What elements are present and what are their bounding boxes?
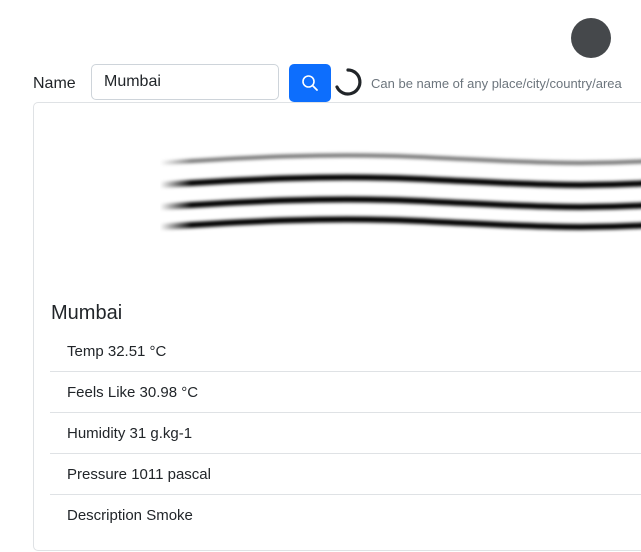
- feels-like-item: Feels Like 30.98 °C: [50, 372, 641, 413]
- description-item: Description Smoke: [67, 507, 193, 524]
- weather-card: Mumbai Temp 32.51 °C Feels Like 30.98 °C…: [33, 102, 641, 551]
- search-button[interactable]: [289, 64, 331, 102]
- search-icon: [301, 74, 319, 92]
- temp-item: Temp 32.51 °C: [50, 331, 641, 372]
- humidity-item: Humidity 31 g.kg-1: [50, 413, 641, 454]
- avatar[interactable]: [571, 18, 611, 58]
- smoke-weather-icon: [157, 147, 641, 252]
- weather-details-list: Temp 32.51 °C Feels Like 30.98 °C Humidi…: [50, 331, 641, 536]
- city-title: Mumbai: [51, 302, 123, 324]
- name-input[interactable]: [91, 64, 279, 100]
- page: Name Can be name of any place/city/count…: [0, 0, 641, 552]
- name-label: Name: [33, 75, 76, 92]
- pressure-item: Pressure 1011 pascal: [50, 454, 641, 495]
- hint-text: Can be name of any place/city/country/ar…: [371, 76, 622, 91]
- loading-spinner-icon: [333, 67, 363, 97]
